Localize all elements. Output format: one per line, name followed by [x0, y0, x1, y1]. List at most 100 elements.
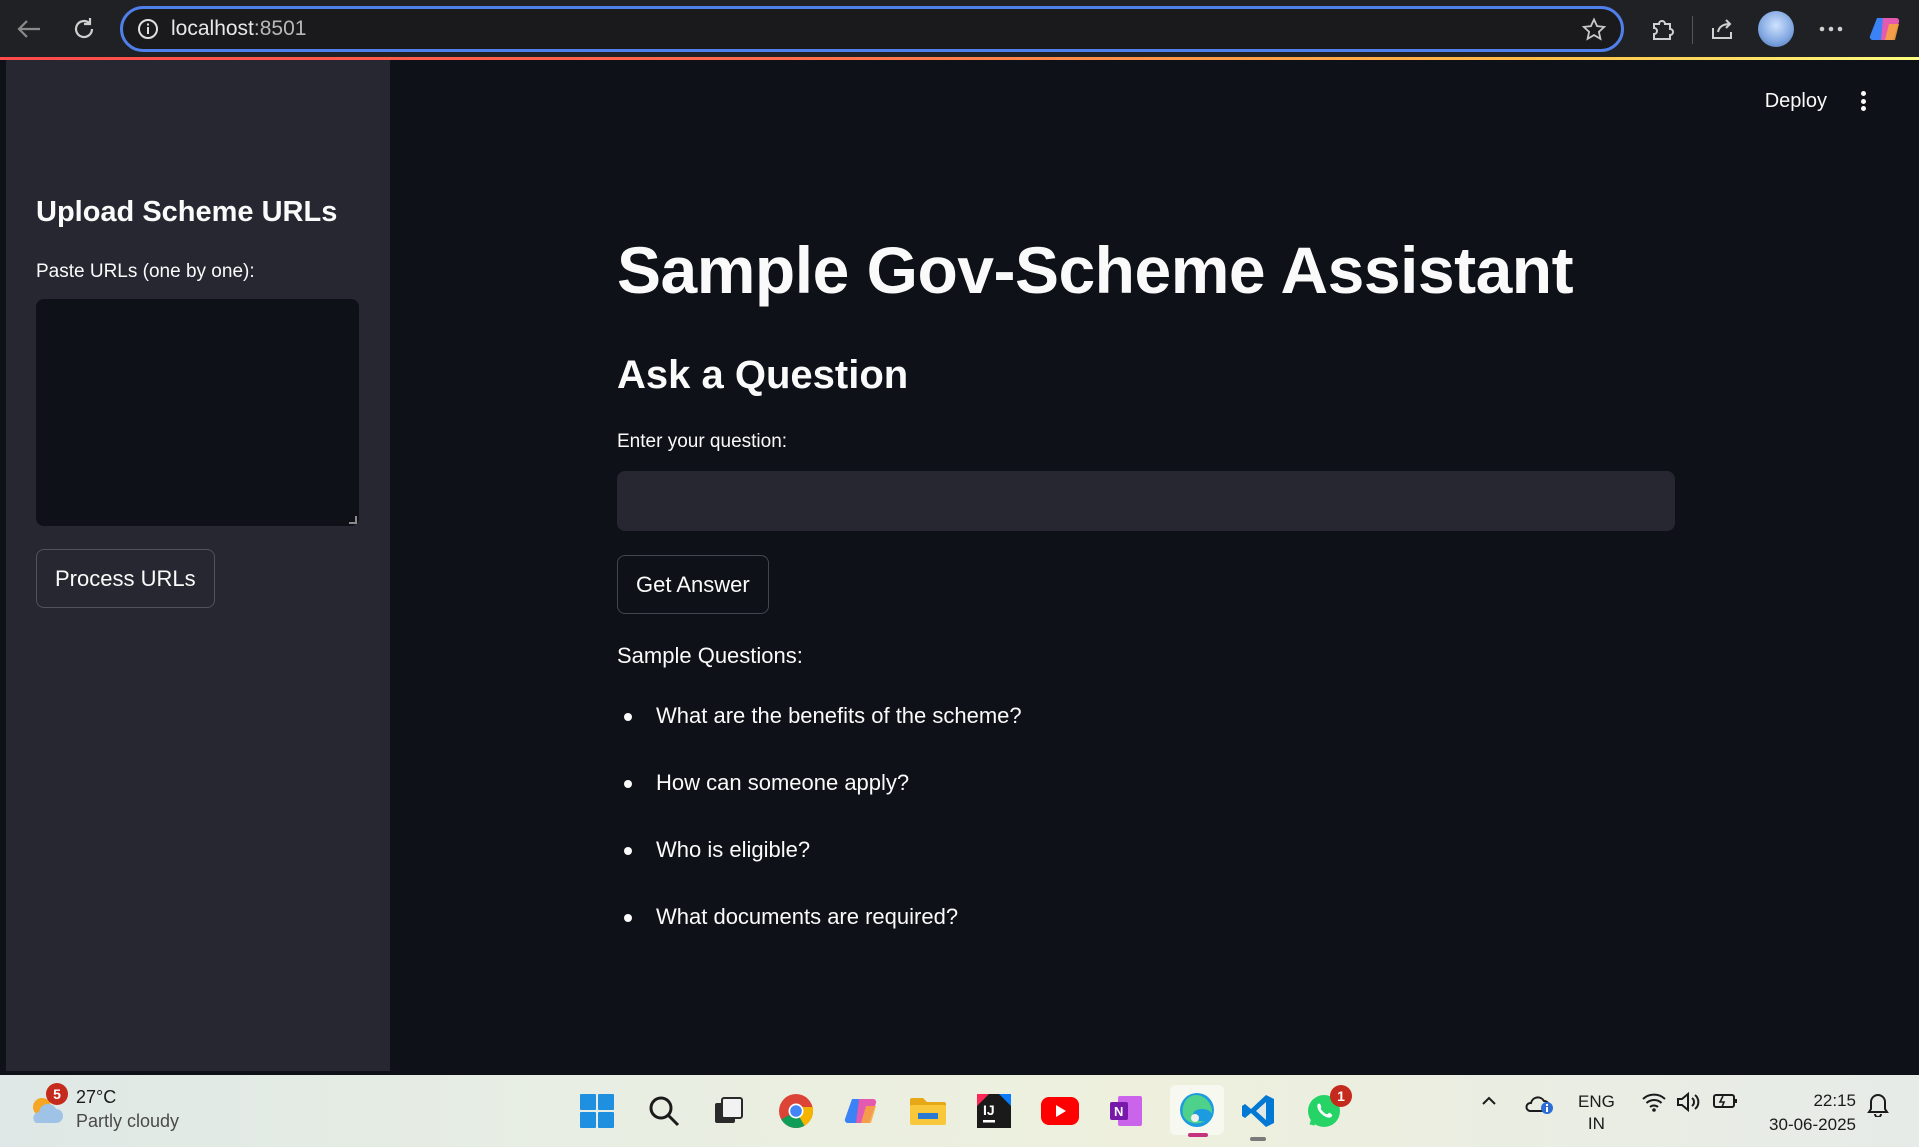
temperature: 27°C	[76, 1087, 117, 1107]
puzzle-icon	[1653, 20, 1674, 40]
list-item: How can someone apply?	[617, 770, 1022, 837]
sample-question: How can someone apply?	[656, 770, 910, 795]
bullet-icon	[624, 780, 632, 788]
bullet-icon	[624, 847, 632, 855]
reload-button[interactable]	[65, 10, 103, 48]
dot	[1860, 98, 1866, 104]
show-hidden-icons-button[interactable]	[1479, 1091, 1499, 1111]
sidebar: Upload Scheme URLs Paste URLs (one by on…	[6, 60, 390, 1071]
wifi-button[interactable]	[1641, 1091, 1667, 1113]
deploy-button[interactable]: Deploy	[1765, 90, 1827, 113]
dot	[1860, 106, 1866, 111]
urls-label: Paste URLs (one by one):	[36, 261, 255, 282]
process-urls-button[interactable]: Process URLs	[36, 549, 215, 608]
region-code: IN	[1587, 1114, 1605, 1133]
edge-icon	[1180, 1093, 1214, 1127]
intellij-app[interactable]: IJ	[972, 1089, 1016, 1133]
bell-icon	[1867, 1094, 1889, 1117]
time: 22:15	[1813, 1091, 1856, 1110]
language-code: ENG	[1578, 1092, 1615, 1111]
bullet-icon	[624, 914, 632, 922]
weather-description: Partly cloudy	[76, 1111, 180, 1131]
star-icon	[1581, 17, 1607, 41]
speaker-icon	[1677, 1091, 1700, 1113]
copilot-button[interactable]	[1867, 10, 1905, 48]
weather-badge: 5	[46, 1083, 68, 1105]
get-answer-button[interactable]: Get Answer	[617, 555, 769, 614]
svg-text:IJ: IJ	[983, 1102, 995, 1118]
copilot-app[interactable]	[840, 1089, 884, 1133]
task-view-button[interactable]	[707, 1089, 751, 1133]
sample-question: Who is eligible?	[656, 837, 811, 862]
sidebar-title: Upload Scheme URLs	[36, 196, 338, 228]
question-label: Enter your question:	[617, 431, 788, 452]
folder-icon	[910, 1098, 946, 1125]
copilot-icon	[844, 1098, 877, 1124]
running-indicator	[1250, 1137, 1266, 1141]
wifi-icon	[1642, 1093, 1666, 1112]
sample-questions-heading: Sample Questions:	[617, 643, 803, 668]
browser-toolbar: localhost:8501	[0, 0, 1919, 59]
dot	[1860, 91, 1866, 96]
info-icon	[138, 19, 158, 39]
svg-text:N: N	[1114, 1104, 1123, 1119]
favorite-button[interactable]	[1581, 17, 1607, 48]
cloud-info-icon	[1525, 1096, 1553, 1114]
chevron-up-icon	[1482, 1096, 1496, 1105]
windows-icon	[580, 1094, 614, 1128]
date: 30-06-2025	[1769, 1115, 1856, 1134]
profile-button[interactable]	[1757, 10, 1795, 48]
url-text: localhost:8501	[171, 17, 306, 41]
language-indicator[interactable]: ENG IN	[1578, 1091, 1615, 1135]
copilot-icon	[1869, 17, 1900, 41]
list-item: What are the benefits of the scheme?	[617, 703, 1022, 770]
more-horizontal-icon	[1819, 26, 1843, 32]
page-title: Sample Gov-Scheme Assistant	[617, 233, 1574, 307]
search-button[interactable]	[642, 1089, 686, 1133]
intellij-icon: IJ	[977, 1094, 1011, 1128]
main-menu-button[interactable]	[1857, 87, 1869, 115]
whatsapp-badge: 1	[1330, 1085, 1352, 1107]
weather-widget[interactable]: 5 27°C Partly cloudy	[26, 1083, 180, 1133]
sample-question: What documents are required?	[656, 904, 959, 929]
windows-taskbar: 5 27°C Partly cloudy IJ N 1 ENG IN 22:15…	[0, 1075, 1919, 1147]
edge-app-active[interactable]	[1170, 1085, 1224, 1137]
sample-question: What are the benefits of the scheme?	[656, 703, 1022, 728]
whatsapp-app[interactable]: 1	[1302, 1085, 1352, 1133]
reload-icon	[74, 18, 94, 39]
onedrive-button[interactable]	[1524, 1091, 1554, 1115]
textarea-resize-handle[interactable]	[349, 516, 357, 524]
url-host: localhost	[171, 17, 254, 40]
url-port: :8501	[253, 17, 307, 40]
bullet-icon	[624, 713, 632, 721]
urls-textarea[interactable]	[36, 299, 359, 526]
chrome-icon	[779, 1094, 813, 1128]
partly-cloudy-icon: 5	[26, 1083, 68, 1129]
sample-questions-list: What are the benefits of the scheme? How…	[617, 703, 1022, 971]
more-menu-button[interactable]	[1812, 10, 1850, 48]
notifications-button[interactable]	[1866, 1091, 1890, 1117]
clock[interactable]: 22:15 30-06-2025	[1760, 1089, 1856, 1137]
address-bar[interactable]: localhost:8501	[120, 6, 1624, 52]
toolbar-divider	[1692, 16, 1693, 44]
volume-button[interactable]	[1676, 1091, 1702, 1113]
back-button[interactable]	[10, 10, 48, 48]
task-view-icon	[715, 1097, 743, 1123]
streamlit-app: Upload Scheme URLs Paste URLs (one by on…	[6, 60, 1913, 1071]
battery-charging-icon	[1713, 1094, 1737, 1108]
youtube-icon	[1041, 1097, 1079, 1125]
file-explorer-app[interactable]	[906, 1089, 950, 1133]
onenote-app[interactable]: N	[1104, 1089, 1148, 1133]
chrome-app[interactable]	[774, 1089, 818, 1133]
avatar	[1758, 11, 1794, 47]
extensions-button[interactable]	[1643, 10, 1681, 48]
list-item: What documents are required?	[617, 904, 1022, 971]
share-button[interactable]	[1703, 10, 1741, 48]
back-arrow-icon	[17, 20, 40, 38]
battery-button[interactable]	[1712, 1091, 1740, 1111]
vscode-app[interactable]	[1236, 1089, 1280, 1141]
start-button[interactable]	[575, 1089, 619, 1133]
vscode-icon	[1242, 1095, 1274, 1127]
youtube-app[interactable]	[1038, 1089, 1082, 1133]
question-input[interactable]	[617, 471, 1675, 531]
